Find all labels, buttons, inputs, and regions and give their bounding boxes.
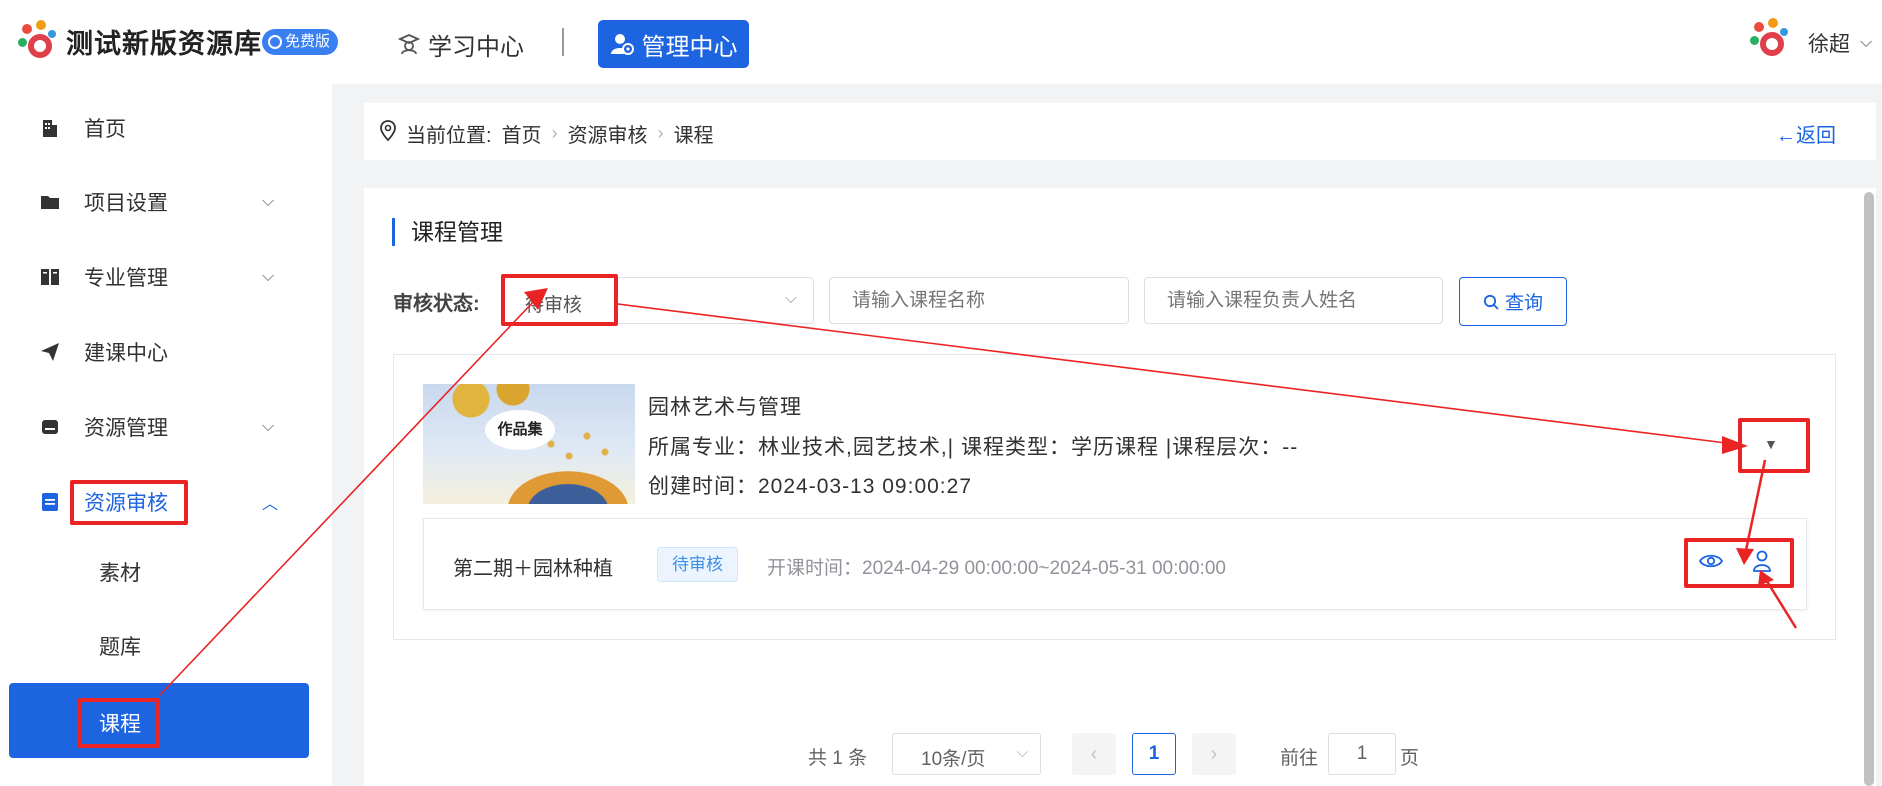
breadcrumb-prefix: 当前位置: (406, 125, 492, 147)
period-time: 开课时间：2024-04-29 00:00:00~2024-05-31 00:0… (767, 558, 1226, 579)
admin-user-icon (610, 34, 634, 55)
breadcrumb-item-home[interactable]: 首页 (502, 119, 542, 148)
app-title: 测试新版资源库 (66, 29, 262, 59)
sidebar-item-label: 建课中心 (84, 342, 168, 365)
sidebar-item-label: 首页 (84, 118, 126, 141)
badge-label: 免费版 (285, 33, 331, 50)
course-meta: 所属专业：林业技术,园艺技术,| 课程类型：学历课程 |课程层次：-- (648, 436, 1299, 459)
sidebar-subitem-label: 题库 (99, 636, 141, 659)
chevron-right-icon: › (657, 123, 664, 143)
chevron-down-icon: ⌵ (784, 290, 797, 307)
goto-page-input[interactable]: 1 (1328, 733, 1396, 775)
sidebar-item-label: 资源管理 (84, 417, 168, 440)
thumbnail-text: 作品集 (485, 410, 555, 450)
sidebar-item-home[interactable]: 首页 (0, 103, 332, 153)
page-size-value: 10条/页 (921, 749, 986, 770)
scrollbar[interactable] (1864, 192, 1874, 786)
nav-divider (562, 28, 564, 56)
period-name: 第二期＋园林种植 (453, 558, 613, 580)
chevron-down-icon: ⌵ (262, 268, 275, 285)
sidebar-item-course-building[interactable]: 建课中心 (0, 327, 332, 377)
annotation-box-actions (1684, 538, 1794, 588)
sidebar-subitem-label: 素材 (99, 562, 141, 585)
app-logo[interactable] (16, 20, 62, 66)
chevron-right-icon: › (551, 123, 558, 143)
next-page-button[interactable]: › (1192, 733, 1236, 775)
sidebar: 首页 项目设置 ⌵ 专业管理 ⌵ 建课中心 资源管理 ⌵ 资源审核 ︿ 素材 题… (0, 84, 332, 786)
sidebar-item-resource-management[interactable]: 资源管理 ⌵ (0, 402, 332, 452)
annotation-box-status (501, 274, 618, 326)
graduation-icon (398, 34, 420, 55)
annotation-box-expand (1738, 418, 1810, 473)
status-badge: 待审核 (657, 547, 738, 582)
audit-icon (40, 492, 60, 512)
drive-icon (40, 417, 60, 437)
chevron-down-icon[interactable]: ⌵ (1860, 34, 1872, 52)
course-name-input[interactable] (829, 277, 1129, 324)
page-suffix: 页 (1400, 748, 1420, 769)
building-icon (40, 118, 60, 138)
sidebar-item-project-settings[interactable]: 项目设置 ⌵ (0, 177, 332, 227)
sidebar-subitem-materials[interactable]: 素材 (0, 547, 332, 597)
nav-learning-center[interactable]: 学习中心 (398, 24, 524, 64)
pagination-total: 共 1 条 (808, 748, 868, 769)
course-owner-input[interactable] (1144, 277, 1443, 324)
chevron-down-icon: ⌵ (262, 418, 275, 435)
sidebar-subitem-question-bank[interactable]: 题库 (0, 621, 332, 671)
user-name[interactable]: 徐超 (1808, 28, 1850, 58)
current-page-button[interactable]: 1 (1132, 733, 1176, 775)
breadcrumb-item-audit[interactable]: 资源审核 (568, 119, 648, 148)
course-thumbnail[interactable]: 作品集 (423, 384, 635, 504)
chevron-down-icon: ⌵ (1016, 744, 1028, 761)
search-button[interactable]: 查询 (1459, 277, 1567, 326)
folder-icon (40, 192, 60, 212)
filter-label: 审核状态: (393, 293, 480, 315)
course-name: 园林艺术与管理 (648, 396, 802, 419)
chevron-up-icon: ︿ (262, 496, 279, 513)
search-icon (1483, 294, 1499, 310)
paper-plane-icon (40, 342, 60, 362)
course-created-time: 创建时间：2024-03-13 09:00:27 (648, 475, 972, 498)
annotation-box-audit (70, 480, 188, 525)
page-size-select[interactable]: 10条/页 ⌵ (892, 733, 1041, 775)
nav-admin-center[interactable]: 管理中心 (598, 20, 749, 68)
top-header: 测试新版资源库 免费版 学习中心 管理中心 徐超 ⌵ (0, 0, 1882, 84)
sidebar-item-label: 专业管理 (84, 267, 168, 290)
prev-page-button[interactable]: ‹ (1072, 733, 1116, 775)
location-pin-icon (380, 120, 396, 142)
breadcrumb-item-course: 课程 (673, 125, 714, 147)
back-link[interactable]: ←返回 (1776, 119, 1836, 148)
book-icon (40, 267, 60, 287)
sidebar-item-label: 项目设置 (84, 192, 168, 215)
nav-admin-label: 管理中心 (641, 33, 738, 61)
nav-learning-label: 学习中心 (428, 33, 524, 61)
search-button-label: 查询 (1504, 293, 1543, 314)
goto-label: 前往 (1280, 748, 1319, 769)
breadcrumb: 当前位置: 首页 › 资源审核 › 课程 ←返回 (364, 103, 1876, 160)
chevron-down-icon: ⌵ (262, 193, 275, 210)
annotation-box-course (77, 698, 160, 748)
user-avatar[interactable] (1748, 18, 1794, 64)
section-title: 课程管理 (392, 218, 503, 246)
free-badge: 免费版 (262, 29, 339, 55)
sidebar-item-major-management[interactable]: 专业管理 ⌵ (0, 252, 332, 302)
badge-icon (268, 35, 282, 49)
